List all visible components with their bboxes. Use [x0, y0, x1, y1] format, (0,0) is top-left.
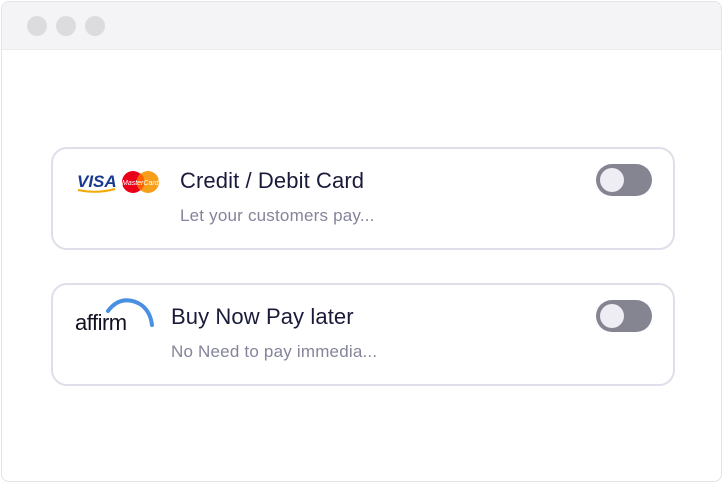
payment-method-title: Buy Now Pay later — [171, 304, 354, 329]
payment-method-card-bnpl: affirm Buy Now Pay later No Need to pay … — [51, 283, 675, 386]
credit-card-toggle[interactable] — [596, 164, 652, 196]
toggle-knob — [600, 304, 624, 328]
visa-mastercard-logo: VISA MasterCard — [77, 171, 160, 193]
payment-method-description: Let your customers pay... — [180, 206, 375, 225]
affirm-logo-text: affirm — [75, 310, 127, 335]
window-maximize-button[interactable] — [85, 15, 105, 36]
browser-window: VISA MasterCard Credit / Debit Card Let … — [1, 1, 722, 482]
mastercard-logo-text: MasterCard — [122, 180, 160, 187]
window-close-button[interactable] — [27, 15, 47, 36]
window-minimize-button[interactable] — [56, 15, 76, 36]
payment-method-title: Credit / Debit Card — [180, 168, 365, 193]
visa-logo-text: VISA — [77, 172, 117, 191]
affirm-logo: affirm — [75, 298, 154, 335]
bnpl-toggle[interactable] — [596, 300, 652, 332]
window-titlebar — [2, 2, 721, 50]
toggle-knob — [600, 168, 624, 192]
payment-method-description: No Need to pay immedia... — [171, 342, 378, 361]
payment-method-card-credit: VISA MasterCard Credit / Debit Card Let … — [51, 147, 675, 250]
